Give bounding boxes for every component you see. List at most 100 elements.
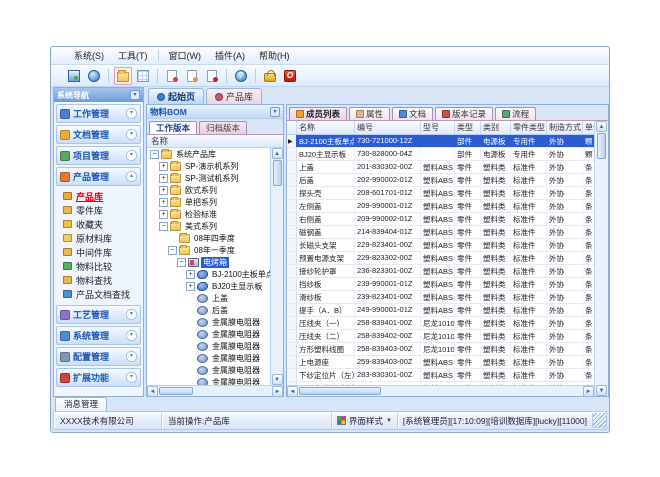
grid-vertical-scrollbar[interactable]: ▲ ▼ xyxy=(594,121,608,396)
sidebar-item-parts-library[interactable]: 零件库 xyxy=(54,203,143,217)
tab-message-management[interactable]: 消息管理 xyxy=(55,397,107,411)
tree-column-header[interactable]: 名称 xyxy=(147,135,283,148)
expand-icon[interactable]: + xyxy=(159,210,168,219)
sidebar-item-material-compare[interactable]: 物料比较 xyxy=(54,259,143,273)
expand-icon[interactable]: + xyxy=(159,186,168,195)
sidebar-group-process-management[interactable]: 工艺管理▾ xyxy=(56,305,141,324)
table-row[interactable]: 接纱轮护罩236-823301-00Z塑料ABS零件塑料类标准件外协条 xyxy=(287,265,594,278)
tree-node[interactable]: 金属膜电阻器 xyxy=(147,352,270,364)
resize-grip[interactable] xyxy=(593,413,606,428)
tab-product-library[interactable]: 产品库 xyxy=(206,88,262,104)
scroll-right-icon[interactable]: ► xyxy=(583,386,594,397)
chevron-down-icon[interactable]: ▾ xyxy=(126,108,137,119)
menu-item-3[interactable]: 窗口(W) xyxy=(162,47,209,64)
scroll-up-icon[interactable]: ▲ xyxy=(272,148,283,159)
column-header-7[interactable]: 制造方式 xyxy=(547,121,583,134)
tree-hscroll-thumb[interactable] xyxy=(159,387,193,395)
chevron-down-icon[interactable]: ▾ xyxy=(126,309,137,320)
tree-node[interactable]: 金属膜电阻器 xyxy=(147,316,270,328)
sidebar-item-product-doc-search[interactable]: 产品文档查找 xyxy=(54,287,143,301)
tab-version-history[interactable]: 版本记录 xyxy=(435,107,493,120)
menu-item-2[interactable]: 工具(T) xyxy=(111,47,155,64)
tree-vscroll-thumb[interactable] xyxy=(273,160,282,186)
column-header-2[interactable]: 编号 xyxy=(355,121,421,134)
chevron-down-icon[interactable]: ▾ xyxy=(126,150,137,161)
tab-start-page[interactable]: 起始页 xyxy=(148,88,204,104)
table-row[interactable]: 右侧盖209-990002-01Z塑料ABS零件塑料类标准件外协条 xyxy=(287,213,594,226)
chevron-up-icon[interactable]: ▴ xyxy=(126,171,137,182)
menu-item-5[interactable]: 帮助(H) xyxy=(252,47,297,64)
scroll-right-icon[interactable]: ► xyxy=(272,386,283,397)
table-row[interactable]: 挡纱板239-990001-01Z塑料ABS零件塑料类标准件外协条 xyxy=(287,278,594,291)
tree-node[interactable]: −08年一季度 xyxy=(147,244,270,256)
tree-node[interactable]: 金属膜电阻器 xyxy=(147,340,270,352)
expand-icon[interactable]: + xyxy=(186,282,195,291)
table-row[interactable]: 长磁头支架229-823401-00Z塑料ABS零件塑料类标准件外协条 xyxy=(287,239,594,252)
tab-working-version[interactable]: 工作版本 xyxy=(149,121,197,134)
tab-properties[interactable]: 属性 xyxy=(349,107,390,120)
scroll-down-icon[interactable]: ▼ xyxy=(596,385,607,396)
tree-node[interactable]: 金属膜电阻器 xyxy=(147,364,270,376)
menu-item-1[interactable]: 系统(S) xyxy=(67,47,111,64)
sidebar-group-product-management[interactable]: 产品管理▴ xyxy=(56,167,141,186)
table-row[interactable]: 下纱定位片（左）283-830301-00Z塑料ABS零件塑料类标准件外协条 xyxy=(287,369,594,382)
tab-member-list[interactable]: 成员列表 xyxy=(289,107,347,120)
lock-button[interactable] xyxy=(261,67,279,85)
column-header-5[interactable]: 类别 xyxy=(481,121,511,134)
table-row[interactable]: 压线夹（一）258-839401-00Z尼龙1010零件塑料类标准件外协条 xyxy=(287,317,594,330)
scroll-down-icon[interactable]: ▼ xyxy=(272,374,283,385)
power-button[interactable] xyxy=(281,67,299,85)
table-row[interactable]: 上电源座259-839403-00Z塑料ABS零件塑料类标准件外协条 xyxy=(287,356,594,369)
menu-item-4[interactable]: 插件(A) xyxy=(208,47,252,64)
sidebar-item-middleware-library[interactable]: 中间件库 xyxy=(54,245,143,259)
tree-node[interactable]: −美式系列 xyxy=(147,220,270,232)
scroll-left-icon[interactable]: ◄ xyxy=(287,386,298,397)
table-row[interactable]: 提手（A．B）249-990001-01Z塑料ABS零件塑料类标准件外协条 xyxy=(287,304,594,317)
tree-node[interactable]: +BJ20主显示板 xyxy=(147,280,270,292)
column-header-3[interactable]: 型号 xyxy=(421,121,455,134)
sidebar-item-raw-material-library[interactable]: 原材料库 xyxy=(54,231,143,245)
grid-horizontal-scrollbar[interactable]: ◄ ► xyxy=(287,385,594,396)
expand-icon[interactable]: + xyxy=(159,162,168,171)
column-header-8[interactable]: 单位 xyxy=(583,121,594,134)
chevron-down-icon[interactable]: ▾ xyxy=(126,129,137,140)
sidebar-item-product-library[interactable]: 产品库 xyxy=(54,189,143,203)
scroll-up-icon[interactable]: ▲ xyxy=(596,121,607,132)
table-row[interactable]: 探头壳208-601701-01Z塑料ABS零件塑料类标准件外协条 xyxy=(287,187,594,200)
table-row[interactable]: 后盖202-990002-01Z塑料ABS零件塑料类标准件外协条 xyxy=(287,174,594,187)
collapse-icon[interactable]: − xyxy=(168,246,177,255)
tree-node[interactable]: +单把系列 xyxy=(147,196,270,208)
sidebar-group-config-management[interactable]: 配置管理▾ xyxy=(56,347,141,366)
chevron-down-icon[interactable]: ▾ xyxy=(126,351,137,362)
help-button[interactable] xyxy=(232,67,250,85)
sidebar-group-extensions[interactable]: 扩展功能▾ xyxy=(56,368,141,387)
grid-button[interactable] xyxy=(134,67,152,85)
sidebar-group-project-management[interactable]: 项目管理▾ xyxy=(56,146,141,165)
tree-node[interactable]: +SP-演示机系列 xyxy=(147,160,270,172)
expand-icon[interactable]: + xyxy=(159,198,168,207)
column-header-4[interactable]: 类型 xyxy=(455,121,481,134)
expand-icon[interactable]: + xyxy=(159,174,168,183)
sidebar-item-favorites[interactable]: 收藏夹 xyxy=(54,217,143,231)
scroll-left-icon[interactable]: ◄ xyxy=(147,386,158,397)
tree-node[interactable]: 上盖 xyxy=(147,292,270,304)
tree-node[interactable]: 金属膜电阻器 xyxy=(147,328,270,340)
sidebar-group-work-management[interactable]: 工作管理▾ xyxy=(56,104,141,123)
doc-check-button[interactable] xyxy=(183,67,201,85)
tree-node[interactable]: +SP-测试机系列 xyxy=(147,172,270,184)
tree-node[interactable]: 后盖 xyxy=(147,304,270,316)
table-row[interactable]: 压线夹（二）258-839402-00Z尼龙1010零件塑料类标准件外协条 xyxy=(287,330,594,343)
bom-panel-pin-button[interactable]: ▾ xyxy=(270,107,280,117)
sidebar-group-system-management[interactable]: 系统管理▾ xyxy=(56,326,141,345)
grid-hscroll-thumb[interactable] xyxy=(299,387,381,395)
table-row[interactable]: 预置电源支架229-823302-00Z塑料ABS零件塑料类标准件外协条 xyxy=(287,252,594,265)
chevron-down-icon[interactable]: ▾ xyxy=(126,372,137,383)
monitor-button[interactable] xyxy=(65,67,83,85)
tab-documents[interactable]: 文档 xyxy=(392,107,433,120)
sidebar-options-button[interactable]: ▾ xyxy=(130,90,140,100)
tree-horizontal-scrollbar[interactable]: ◄ ► xyxy=(147,385,283,396)
table-row[interactable]: 滑纱板239-823401-00Z塑料ABS零件塑料类标准件外协条 xyxy=(287,291,594,304)
table-row[interactable]: BJ20主显示板730-828000-04Z部件电源板专用件外协颗 xyxy=(287,148,594,161)
grid-vscroll-thumb[interactable] xyxy=(597,133,606,159)
ui-style-button[interactable]: 界面样式 ▼ xyxy=(332,413,398,428)
